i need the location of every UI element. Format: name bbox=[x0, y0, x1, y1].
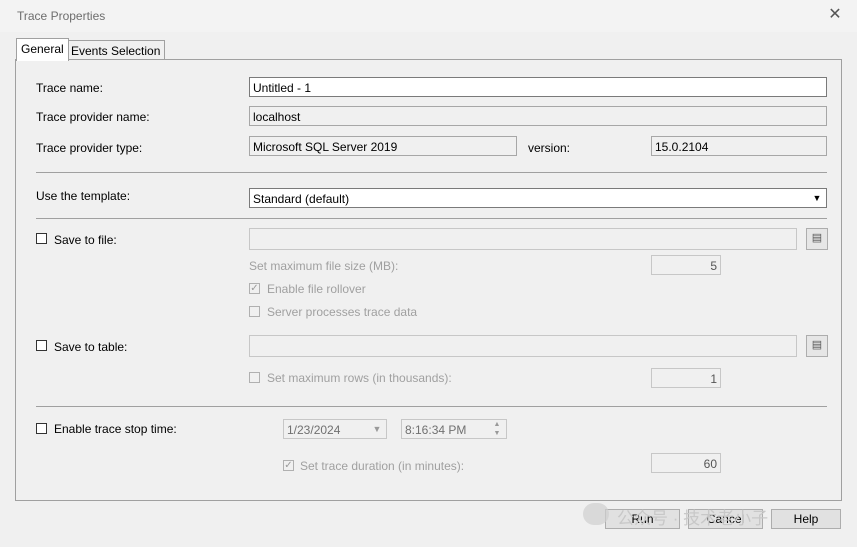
tab-general[interactable]: General bbox=[16, 38, 69, 61]
provider-name-field: localhost bbox=[249, 106, 827, 126]
enable-rollover-label: Enable file rollover bbox=[267, 282, 366, 296]
server-processes-label: Server processes trace data bbox=[267, 305, 418, 319]
save-to-file-checkbox[interactable] bbox=[36, 233, 47, 244]
version-label: version: bbox=[528, 141, 571, 155]
trace-duration-label: Set trace duration (in minutes): bbox=[300, 459, 465, 473]
tab-events-selection-label: Events Selection bbox=[71, 44, 161, 58]
tab-events-selection[interactable]: Events Selection bbox=[66, 40, 166, 61]
provider-name-label: Trace provider name: bbox=[36, 110, 150, 124]
separator-2 bbox=[36, 218, 827, 219]
save-to-file-label: Save to file: bbox=[54, 233, 117, 247]
max-rows-input[interactable]: 1 bbox=[651, 368, 721, 388]
browse-file-icon[interactable]: ▤ bbox=[806, 228, 828, 250]
wechat-logo-icon bbox=[583, 503, 609, 525]
provider-type-label: Trace provider type: bbox=[36, 141, 143, 155]
template-value: Standard (default) bbox=[253, 192, 350, 206]
server-processes-checkbox[interactable] bbox=[249, 306, 260, 317]
date-chevron-down-icon[interactable]: ▼ bbox=[369, 420, 385, 438]
watermark-text: 公众号 · 技术老小子 bbox=[617, 509, 769, 528]
title-bar bbox=[0, 0, 857, 32]
save-to-table-input[interactable] bbox=[249, 335, 797, 357]
trace-name-label: Trace name: bbox=[36, 81, 103, 95]
browse-table-icon[interactable]: ▤ bbox=[806, 335, 828, 357]
tab-general-label: General bbox=[21, 42, 64, 56]
stop-time-label: Enable trace stop time: bbox=[54, 422, 177, 436]
save-to-file-path-input[interactable] bbox=[249, 228, 797, 250]
trace-duration-input[interactable]: 60 bbox=[651, 453, 721, 473]
save-to-table-checkbox[interactable] bbox=[36, 340, 47, 351]
template-label: Use the template: bbox=[36, 189, 131, 203]
trace-duration-checkbox[interactable]: ✓ bbox=[283, 460, 294, 471]
max-file-size-input[interactable]: 5 bbox=[651, 255, 721, 275]
max-rows-checkbox[interactable] bbox=[249, 372, 260, 383]
stop-date-value: 1/23/2024 bbox=[287, 423, 341, 437]
help-button[interactable]: Help bbox=[771, 509, 841, 529]
window-title: Trace Properties bbox=[17, 9, 106, 23]
template-dropdown[interactable]: Standard (default) bbox=[249, 188, 827, 208]
save-to-table-label: Save to table: bbox=[54, 340, 128, 354]
enable-rollover-checkbox[interactable]: ✓ bbox=[249, 283, 260, 294]
trace-name-input[interactable]: Untitled - 1 bbox=[249, 77, 827, 97]
version-field: 15.0.2104 bbox=[651, 136, 827, 156]
provider-type-field: Microsoft SQL Server 2019 bbox=[249, 136, 517, 156]
separator-3 bbox=[36, 406, 827, 407]
max-file-size-label: Set maximum file size (MB): bbox=[249, 259, 399, 273]
close-icon[interactable]: ✕ bbox=[826, 6, 844, 24]
separator-1 bbox=[36, 172, 827, 173]
max-rows-label: Set maximum rows (in thousands): bbox=[267, 371, 452, 385]
stop-time-checkbox[interactable] bbox=[36, 423, 47, 434]
stop-time-value: 8:16:34 PM bbox=[405, 423, 467, 437]
time-spinner-icon[interactable]: ▲ ▼ bbox=[489, 420, 505, 438]
chevron-down-icon[interactable]: ▼ bbox=[809, 189, 825, 207]
